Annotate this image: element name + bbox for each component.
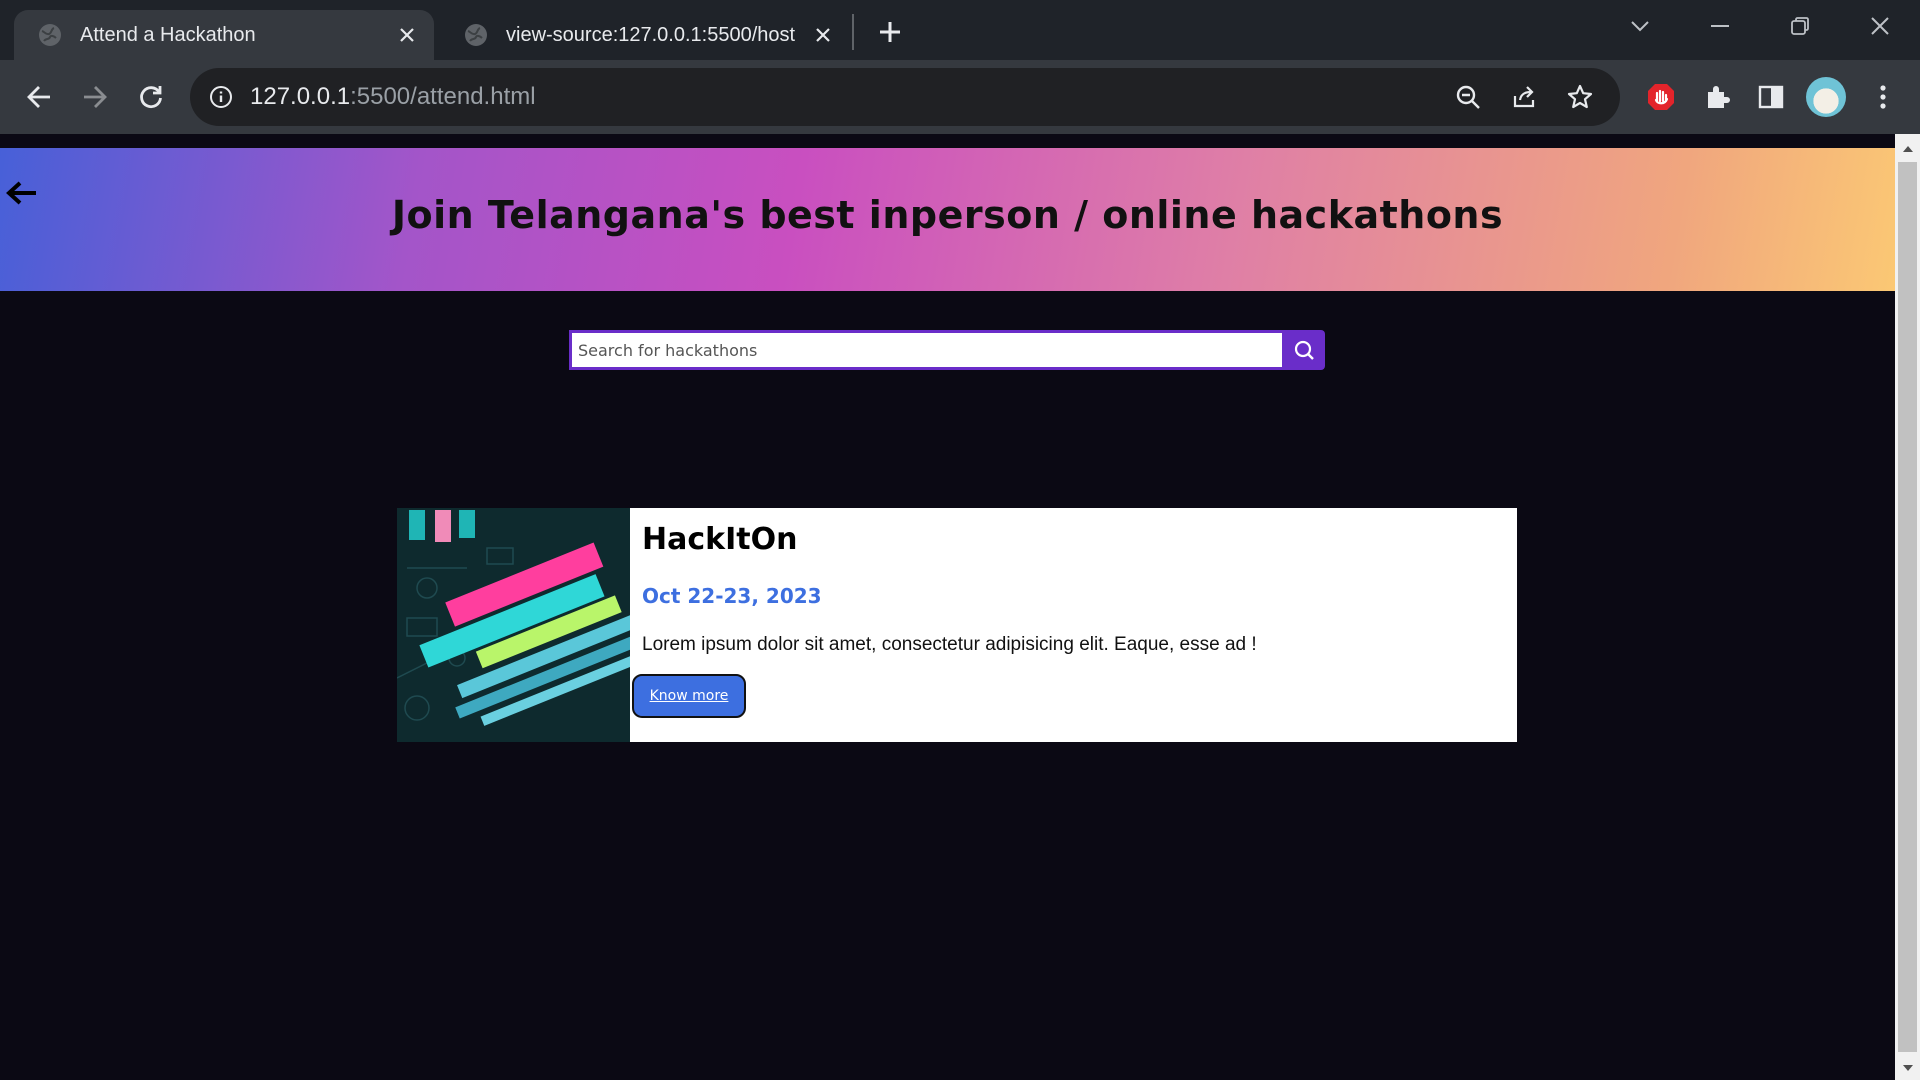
page-scrollbar[interactable] [1895,134,1920,1080]
share-icon[interactable] [1508,81,1540,113]
tab-search-button[interactable] [1620,6,1660,46]
new-tab-button[interactable] [872,14,908,50]
scroll-up-arrow-icon[interactable] [1895,136,1920,161]
tab-view-source[interactable]: view-source:127.0.0.1:5500/host [440,10,850,60]
card-description: Lorem ipsum dolor sit amet, consectetur … [642,634,1257,655]
viewport-top-edge [0,134,1895,148]
url-host: 127.0.0.1 [250,83,351,110]
site-info-icon[interactable] [206,82,236,112]
browser-menu-button[interactable] [1862,76,1904,118]
restore-button[interactable] [1780,6,1820,46]
page-viewport: Join Telangana's best inperson / online … [0,148,1895,1080]
globe-icon [39,24,61,46]
close-tab-icon[interactable] [808,20,838,50]
card-body: HackItOn Oct 22-23, 2023 Lorem ipsum dol… [630,508,1517,742]
reload-button[interactable] [130,76,172,118]
minimize-button[interactable] [1700,6,1740,46]
extensions-puzzle-icon[interactable] [1696,76,1738,118]
know-more-button[interactable]: Know more [632,674,746,718]
search-bar [569,330,1325,370]
bookmark-star-icon[interactable] [1564,81,1596,113]
globe-icon [465,24,487,46]
scroll-down-arrow-icon[interactable] [1895,1055,1920,1080]
scrollbar-thumb[interactable] [1898,162,1917,1052]
close-tab-icon[interactable] [392,20,422,50]
reload-icon [140,86,162,109]
profile-avatar[interactable] [1806,77,1846,117]
search-input[interactable] [569,330,1282,370]
search-button[interactable] [1282,330,1325,370]
hackathon-card: HackItOn Oct 22-23, 2023 Lorem ipsum dol… [397,508,1517,742]
zoom-icon[interactable] [1452,81,1484,113]
tab-title: Attend a Hackathon [80,23,256,46]
chevron-down-icon [1631,21,1649,32]
search-icon [1294,340,1314,360]
url-path: :5500/attend.html [350,83,536,110]
page-title: Join Telangana's best inperson / online … [391,193,1504,237]
close-window-button[interactable] [1860,6,1900,46]
tab-attend-hackathon[interactable]: Attend a Hackathon [14,10,434,60]
hero-banner: Join Telangana's best inperson / online … [0,148,1895,291]
back-button[interactable] [18,76,60,118]
card-title: HackItOn [642,522,798,557]
side-panel-icon[interactable] [1750,76,1792,118]
hackathon-thumbnail [397,508,630,742]
kebab-menu-icon [1880,85,1886,109]
browser-tab-strip: Attend a Hackathon view-source:127.0.0.1… [0,0,1920,60]
url-text[interactable]: 127.0.0.1:5500/attend.html [250,83,536,111]
adblock-extension-icon[interactable] [1640,76,1682,118]
forward-button[interactable] [74,76,116,118]
card-date: Oct 22-23, 2023 [642,584,822,608]
tab-title: view-source:127.0.0.1:5500/host [506,23,796,46]
tab-separator [852,14,854,50]
restore-icon [1791,17,1809,35]
minimize-icon [1711,25,1729,27]
arrow-left-icon [27,86,50,108]
browser-toolbar: 127.0.0.1:5500/attend.html [0,60,1920,134]
arrow-right-icon [84,86,107,108]
address-bar[interactable]: 127.0.0.1:5500/attend.html [190,68,1620,126]
plus-icon [880,22,900,42]
hackathon-poster-image [397,508,630,742]
close-icon [1871,17,1889,35]
